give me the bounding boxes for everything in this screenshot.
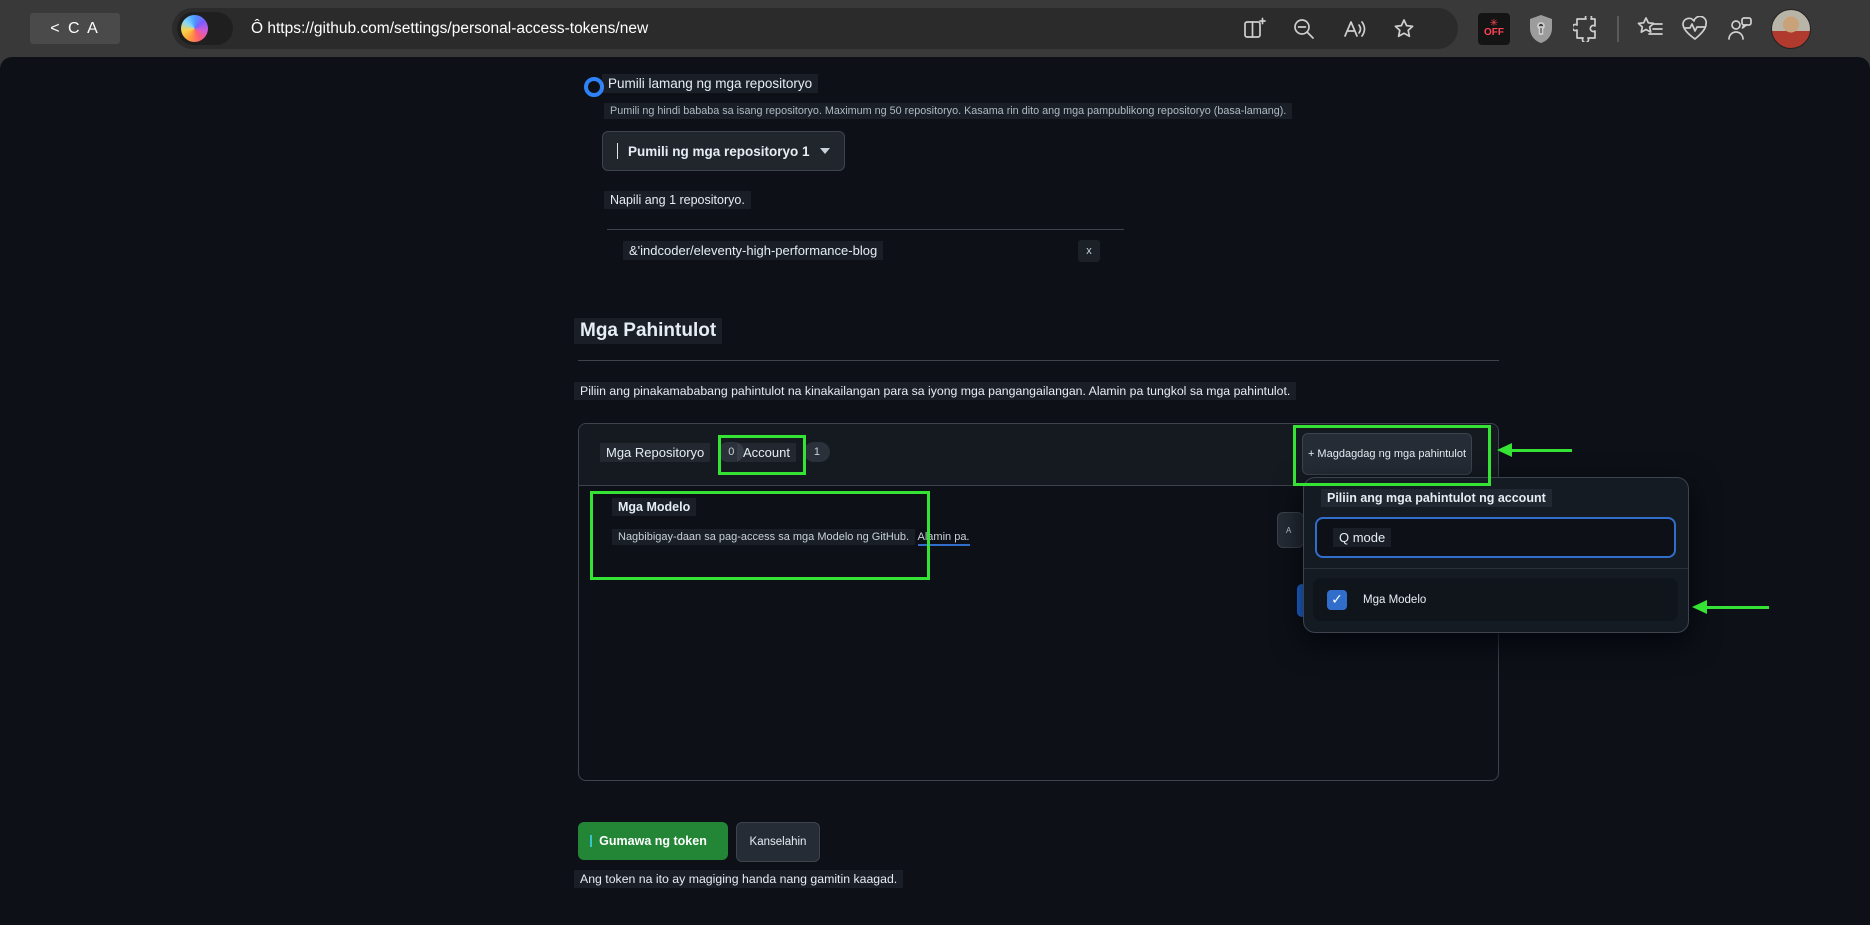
permissions-search-input[interactable]: Q mode — [1315, 517, 1676, 558]
permissions-description: Piliin ang pinakamababang pahintulot na … — [574, 382, 1297, 400]
zoom-out-icon[interactable] — [1290, 15, 1318, 43]
models-permission-title: Mga Modelo — [612, 498, 697, 516]
radio-only-select-repositories[interactable] — [584, 77, 604, 97]
annotation-arrow-add-permissions — [1512, 449, 1572, 452]
token-ready-note: Ang token na ito ay magiging handa nang … — [574, 870, 904, 888]
checkbox-checked-icon[interactable]: ✓ — [1327, 589, 1347, 610]
feedback-person-icon[interactable] — [1726, 15, 1754, 43]
selected-repo-name: &'indcoder/eleventy-high-performance-blo… — [623, 241, 884, 260]
learn-more-link[interactable]: Alamin pa. — [917, 531, 970, 546]
selected-count-text: Napili ang 1 repositoryo. — [604, 191, 751, 209]
radio-description: Pumili ng hindi bababa sa isang reposito… — [604, 103, 1293, 119]
shield-extension-icon[interactable] — [1527, 14, 1555, 43]
extensions-puzzle-icon[interactable] — [1572, 15, 1600, 43]
screen: < C A Ô https://github.com/settings/pers… — [0, 0, 1870, 925]
copilot-button[interactable] — [177, 12, 233, 45]
browser-nav-controls[interactable]: < C A — [30, 13, 120, 44]
profile-avatar[interactable] — [1771, 8, 1811, 49]
read-aloud-icon[interactable] — [1340, 15, 1368, 43]
annotation-arrowhead — [1692, 600, 1707, 614]
models-permission-description: Nagbibigay-daan sa pag-access sa mga Mod… — [612, 529, 970, 546]
tab-account[interactable]: Account 1 — [737, 442, 830, 462]
radio-label[interactable]: Pumili lamang ng mga repositoryo — [602, 74, 819, 93]
url-text[interactable]: Ô https://github.com/settings/personal-a… — [251, 20, 648, 38]
popup-divider — [1304, 568, 1688, 569]
favorite-star-icon[interactable] — [1390, 15, 1418, 43]
annotation-arrowhead — [1497, 443, 1512, 457]
address-bar[interactable]: Ô https://github.com/settings/personal-a… — [172, 8, 1458, 49]
select-repositories-label: Pumili ng mga repositoryo 1 — [628, 143, 810, 159]
add-permissions-button[interactable]: + Magdagdag ng mga pahintulot — [1302, 433, 1472, 475]
split-screen-icon[interactable] — [1240, 15, 1268, 43]
text-cursor — [590, 835, 592, 847]
create-token-button[interactable]: Gumawa ng token — [578, 822, 728, 860]
divider — [578, 360, 1499, 361]
remove-repo-button[interactable]: x — [1078, 240, 1100, 262]
popup-option-models[interactable]: ✓ Mga Modelo — [1313, 578, 1678, 621]
extension-off-icon[interactable]: ✳ OFF — [1478, 12, 1510, 45]
browser-toolbar: < C A Ô https://github.com/settings/pers… — [0, 0, 1870, 57]
collections-star-icon[interactable] — [1636, 15, 1664, 43]
popup-title: Piliin ang mga pahintulot ng account — [1321, 489, 1552, 507]
divider — [607, 229, 1124, 230]
browser-essentials-icon[interactable] — [1681, 15, 1709, 43]
chevron-down-icon — [819, 148, 830, 154]
select-repositories-dropdown[interactable]: Pumili ng mga repositoryo 1 — [602, 131, 845, 171]
tab-repositories[interactable]: Mga Repositoryo 0 — [600, 442, 745, 462]
account-count-badge: 1 — [803, 442, 830, 462]
permissions-heading: Mga Pahintulot — [574, 318, 723, 344]
access-dropdown-partial[interactable]: A — [1277, 512, 1304, 548]
annotation-arrow-models-option — [1707, 606, 1769, 609]
text-cursor — [617, 143, 618, 159]
toolbar-divider — [1617, 15, 1619, 42]
cancel-button[interactable]: Kanselahin — [736, 822, 820, 862]
copilot-icon — [181, 15, 208, 42]
